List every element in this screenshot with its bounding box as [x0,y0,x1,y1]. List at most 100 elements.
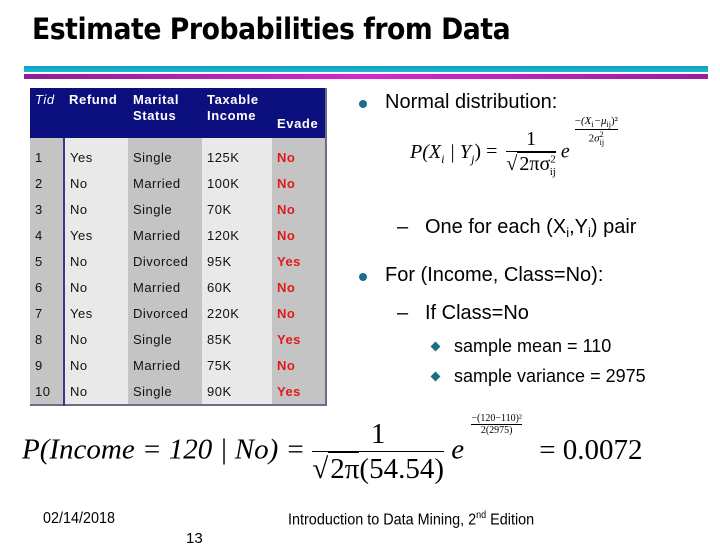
formula-fraction: 1 √2π(54.54) [312,418,444,486]
cell-tid: 4 [30,222,65,248]
formula-lhs: P(Income = 120 | No) = [22,433,306,466]
cell-marital: Divorced [128,248,202,274]
cell-tid: 2 [30,170,65,196]
header-tid: Tid [30,88,64,138]
cell-tid: 1 [30,144,65,170]
bullet-text: For (Income, Class=No): [385,264,604,286]
cell-evade: Yes [272,378,326,405]
cell-tid: 9 [30,352,65,378]
formula-exponent: −(Xi−μij)² 2σ2ij [574,114,618,148]
table-row: 5 No Divorced 95K Yes [30,248,326,274]
cell-income: 75K [202,352,272,378]
footer-book-title: Introduction to Data Mining, 2nd Edition [288,510,535,529]
header-marital-line1: Marital [133,92,180,107]
table-row: 1 Yes Single 125K No [30,144,326,170]
table-row: 7 Yes Divorced 220K No [30,300,326,326]
header-evade: Evade [272,88,326,138]
cell-evade: No [272,196,326,222]
cell-income: 95K [202,248,272,274]
formula-numerator: 1 [370,418,386,450]
cell-marital: Single [128,326,202,352]
cell-marital: Married [128,170,202,196]
cell-tid: 7 [30,300,65,326]
income-probability-formula: P(Income = 120 | No) = 1 √2π(54.54) e −(… [22,413,643,486]
cell-refund: Yes [64,300,128,326]
normal-pdf-formula: P(Xi | Yj) = 1 √ 2πσ2ij e −(Xi−μij)² 2σ2i… [410,115,618,178]
dash-icon: – [397,302,409,324]
cell-evade: Yes [272,326,326,352]
bullet-text: If Class=No [425,302,529,324]
cell-tid: 5 [30,248,65,274]
formula-result: = 0.0072 [539,433,643,466]
cell-refund: No [64,196,128,222]
formula-e: e [451,433,465,466]
cell-income: 85K [202,326,272,352]
bullet-text: sample variance = 2975 [454,366,646,386]
sub-sub-bullet-variance: sample variance = 2975 [430,366,646,387]
page-number: 13 [186,530,203,547]
formula-numerator: 1 [526,128,537,150]
cell-marital: Married [128,274,202,300]
cell-income: 120K [202,222,272,248]
cell-refund: No [64,378,128,405]
cell-marital: Single [128,378,202,405]
cell-tid: 3 [30,196,65,222]
title-rule-top [24,66,708,72]
diamond-bullet-icon [430,341,441,352]
cell-refund: No [64,274,128,300]
bullet-dot-icon [359,273,367,281]
bullet-text: One for each (Xi,Yi) pair [425,216,637,240]
cell-evade: No [272,222,326,248]
table-row: 6 No Married 60K No [30,274,326,300]
header-income-line1: Taxable [207,92,259,107]
cell-evade: No [272,352,326,378]
cell-income: 100K [202,170,272,196]
formula-fraction: 1 √ 2πσ2ij [506,128,556,178]
cell-tid: 6 [30,274,65,300]
cell-refund: Yes [64,144,128,170]
cell-evade: No [272,274,326,300]
cell-evade: No [272,170,326,196]
table-row: 8 No Single 85K Yes [30,326,326,352]
table-row: 2 No Married 100K No [30,170,326,196]
cell-refund: No [64,352,128,378]
formula-lhs-end: ) = [474,140,498,163]
header-refund: Refund [64,88,128,138]
cell-evade: Yes [272,248,326,274]
cell-income: 125K [202,144,272,170]
dash-icon: – [397,216,409,238]
bullet-text: sample mean = 110 [454,336,612,356]
bullet-normal-distribution: Normal distribution: [359,91,558,114]
header-marital-line2: Status [133,108,177,123]
cell-marital: Single [128,196,202,222]
table-row: 9 No Married 75K No [30,352,326,378]
sub-bullet-one-per-pair: – One for each (Xi,Yi) pair [397,216,637,240]
cell-marital: Divorced [128,300,202,326]
cell-income: 220K [202,300,272,326]
slide-title: Estimate Probabilities from Data [32,12,511,46]
cell-refund: Yes [64,222,128,248]
title-rule-bottom [24,74,708,79]
footer-date: 02/14/2018 [43,510,116,527]
table-row: 10 No Single 90K Yes [30,378,326,405]
cell-income: 60K [202,274,272,300]
header-income-line2: Income [207,108,257,123]
cell-tid: 8 [30,326,65,352]
table-row: 4 Yes Married 120K No [30,222,326,248]
bullet-income-class-no: For (Income, Class=No): [359,264,604,287]
cell-marital: Married [128,222,202,248]
bullet-dot-icon [359,100,367,108]
formula-denominator: √ 2πσ2ij [506,151,556,178]
cell-refund: No [64,170,128,196]
cell-evade: No [272,300,326,326]
cell-marital: Married [128,352,202,378]
formula-exponent: −(120−110)² 2(2975) [471,412,522,436]
header-taxable-income: Taxable Income [202,88,272,138]
sub-sub-bullet-mean: sample mean = 110 [430,336,612,357]
cell-refund: No [64,248,128,274]
bullet-text: Normal distribution: [385,91,558,113]
cell-income: 90K [202,378,272,405]
header-marital-status: Marital Status [128,88,202,138]
table-row: 3 No Single 70K No [30,196,326,222]
cell-refund: No [64,326,128,352]
